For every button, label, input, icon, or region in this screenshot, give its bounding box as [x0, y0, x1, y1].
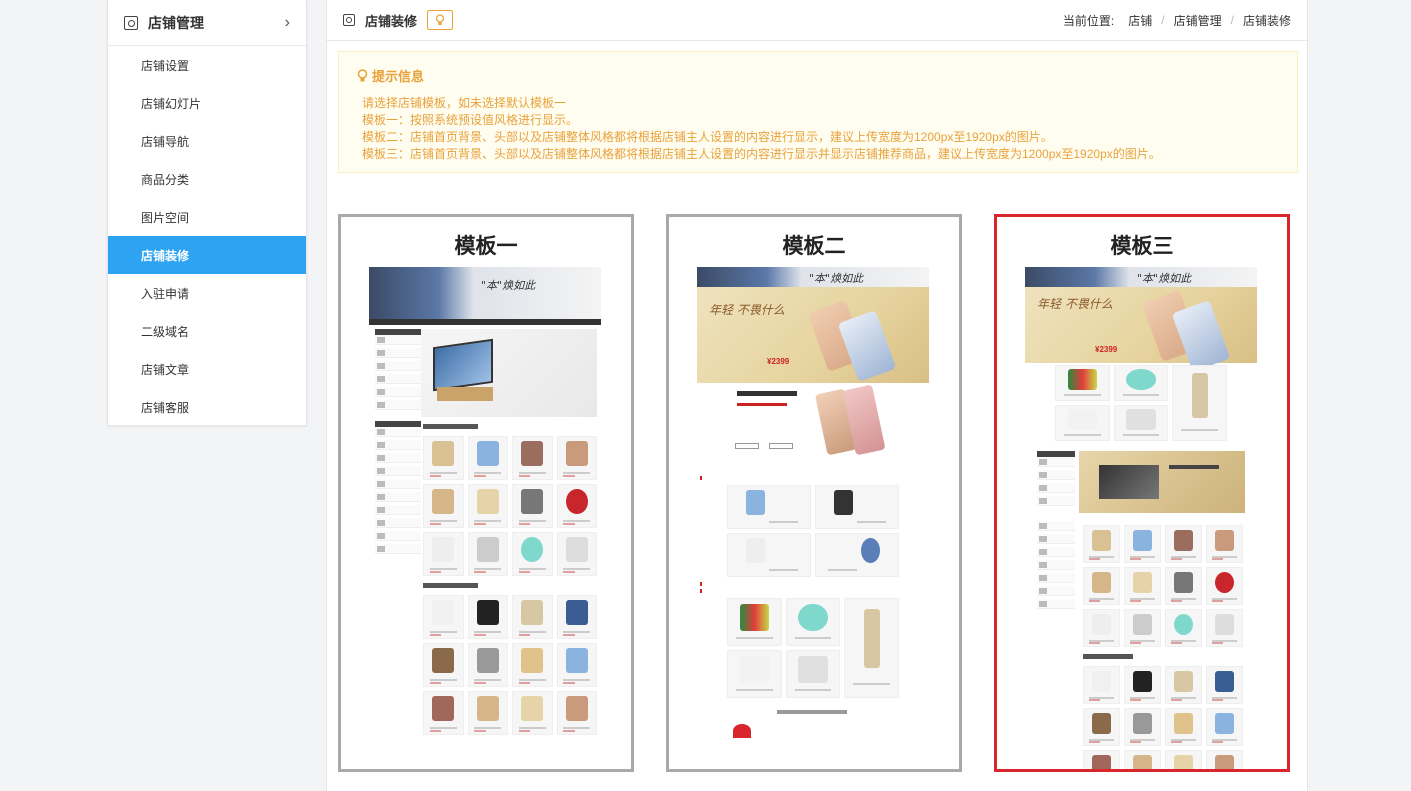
notice-line: 模板一：按照系统预设值风格进行显示。 — [362, 113, 579, 127]
preview-banner: "本"焕如此 — [369, 267, 601, 319]
sidebar-item-store-decoration[interactable]: 店铺装修 — [108, 236, 306, 274]
template-preview-image: "本"焕如此 年轻 不畏什么 ¥2399 — [697, 267, 929, 769]
sidebar-item-label: 商品分类 — [141, 172, 190, 187]
sidebar-item-label: 店铺设置 — [141, 58, 190, 73]
sidebar-item-store-settings[interactable]: 店铺设置 — [108, 46, 306, 84]
notice-title: 提示信息 — [372, 69, 425, 84]
template-preview-image: "本"焕如此 — [369, 267, 601, 769]
notice-line: 请选择店铺模板，如未选择默认模板一 — [362, 96, 567, 110]
sidebar-item-label: 店铺导航 — [141, 134, 190, 149]
breadcrumb: 当前位置: 店铺 / 店铺管理 / 店铺装修 — [1063, 12, 1291, 29]
sidebar-item-label: 店铺客服 — [141, 400, 190, 415]
template-name: 模板二 — [782, 235, 846, 258]
sidebar-item-store-nav[interactable]: 店铺导航 — [108, 122, 306, 160]
sidebar-item-label: 店铺文章 — [141, 362, 190, 377]
breadcrumb-store[interactable]: 店铺 — [1128, 12, 1152, 29]
breadcrumb-separator: / — [1230, 13, 1234, 27]
main-panel: 店铺装修 当前位置: 店铺 / 店铺管理 / 店铺装修 提示信息 请选择店铺模板… — [326, 0, 1308, 791]
lightbulb-icon — [435, 14, 445, 25]
template-card-1[interactable]: 模板一 "本"焕如此 — [338, 214, 634, 772]
sidebar-item-store-slides[interactable]: 店铺幻灯片 — [108, 84, 306, 122]
sidebar-item-label: 图片空间 — [141, 210, 190, 225]
notice-line: 模板二：店铺首页背景、头部以及店铺整体风格都将根据店铺主人设置的内容进行显示，建… — [362, 130, 1053, 144]
sidebar-item-label: 二级域名 — [141, 324, 190, 339]
store-icon — [343, 14, 355, 26]
sidebar-item-label: 店铺装修 — [141, 248, 190, 263]
sidebar-item-label: 入驻申请 — [141, 286, 190, 301]
sidebar-item-categories[interactable]: 商品分类 — [108, 160, 306, 198]
sidebar-item-settle-apply[interactable]: 入驻申请 — [108, 274, 306, 312]
sidebar-item-customer-service[interactable]: 店铺客服 — [108, 388, 306, 426]
lightbulb-icon — [357, 68, 368, 81]
breadcrumb-store-management[interactable]: 店铺管理 — [1174, 12, 1222, 29]
notice-line: 模板三：店铺首页背景、头部以及店铺整体风格都将根据店铺主人设置的内容进行显示并显… — [362, 147, 1161, 161]
store-icon — [124, 15, 138, 30]
notice-box: 提示信息 请选择店铺模板，如未选择默认模板一 模板一：按照系统预设值风格进行显示… — [338, 51, 1298, 173]
sidebar-item-label: 店铺幻灯片 — [141, 96, 202, 111]
sidebar-header[interactable]: 店铺管理 › — [108, 0, 306, 46]
template-preview-image: "本"焕如此 年轻 不畏什么 ¥2399 — [1025, 267, 1257, 769]
template-card-3[interactable]: 模板三 "本"焕如此 年轻 不畏什么 ¥2399 — [994, 214, 1290, 772]
sidebar: 店铺管理 › 店铺设置 店铺幻灯片 店铺导航 商品分类 图片空间 店铺装修 入驻… — [107, 0, 307, 426]
sidebar-item-store-articles[interactable]: 店铺文章 — [108, 350, 306, 388]
template-name: 模板一 — [454, 235, 518, 258]
chevron-right-icon: › — [284, 13, 290, 31]
sidebar-item-subdomain[interactable]: 二级域名 — [108, 312, 306, 350]
page-title: 店铺装修 — [365, 13, 418, 29]
notice-title-row: 提示信息 — [357, 66, 1281, 85]
tip-toggle-button[interactable] — [427, 10, 454, 30]
top-bar: 店铺装修 当前位置: 店铺 / 店铺管理 / 店铺装修 — [327, 0, 1307, 41]
breadcrumb-label: 当前位置: — [1062, 13, 1115, 28]
sidebar-item-image-space[interactable]: 图片空间 — [108, 198, 306, 236]
template-card-2[interactable]: 模板二 "本"焕如此 年轻 不畏什么 ¥2399 — [666, 214, 962, 772]
template-name: 模板三 — [1110, 235, 1174, 258]
breadcrumb-store-decoration: 店铺装修 — [1242, 13, 1291, 28]
breadcrumb-separator: / — [1161, 13, 1165, 27]
sidebar-title: 店铺管理 — [148, 14, 204, 31]
